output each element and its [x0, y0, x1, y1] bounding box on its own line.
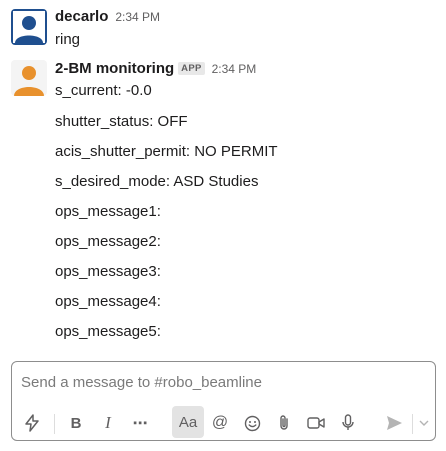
- attach-button[interactable]: [270, 409, 298, 437]
- app-person-avatar-icon: [11, 60, 47, 96]
- more-formatting-button[interactable]: ⋯: [126, 409, 154, 437]
- composer-toolbar: B I ⋯ Aa @: [12, 404, 435, 441]
- message-timestamp[interactable]: 2:34 PM: [212, 62, 257, 76]
- toolbar-divider: [54, 414, 55, 434]
- smiley-icon: [244, 415, 260, 431]
- lightning-icon: [25, 414, 39, 432]
- video-button[interactable]: [302, 409, 330, 437]
- message-text: ops_message5:: [55, 323, 161, 340]
- message-text: ring: [55, 31, 81, 48]
- message: 2-BM monitoring APP 2:34 PM s_current: -…: [0, 58, 446, 348]
- bold-button[interactable]: B: [62, 409, 90, 437]
- default-user-avatar-icon: [11, 9, 47, 45]
- paperclip-icon: [280, 415, 288, 430]
- audio-button[interactable]: [334, 409, 362, 437]
- message-input[interactable]: Send a message to #robo_beamline: [21, 374, 262, 391]
- video-icon: [307, 417, 325, 429]
- message-text: s_desired_mode: ASD Studies: [55, 173, 259, 190]
- message-text: s_current: -0.0: [55, 82, 152, 99]
- message-composer: Send a message to #robo_beamline B I ⋯ A…: [11, 361, 436, 441]
- chevron-down-icon: [419, 420, 429, 426]
- send-options-button[interactable]: [415, 409, 433, 437]
- message-timestamp[interactable]: 2:34 PM: [115, 10, 160, 24]
- message-text: ops_message1:: [55, 203, 161, 220]
- shortcuts-button[interactable]: [18, 409, 46, 437]
- app-badge: APP: [178, 62, 205, 75]
- message: decarlo 2:34 PM ring: [0, 0, 446, 60]
- italic-button[interactable]: I: [94, 409, 122, 437]
- message-text: ops_message3:: [55, 263, 161, 280]
- microphone-icon: [342, 414, 354, 430]
- message-text: ops_message4:: [55, 293, 161, 310]
- message-text: shutter_status: OFF: [55, 113, 188, 130]
- avatar[interactable]: [11, 60, 47, 96]
- sender-name[interactable]: 2-BM monitoring: [55, 60, 174, 77]
- format-toggle-button[interactable]: Aa: [172, 406, 204, 438]
- send-button[interactable]: [380, 409, 408, 437]
- message-text: ops_message2:: [55, 233, 161, 250]
- sender-name[interactable]: decarlo: [55, 8, 108, 25]
- mention-button[interactable]: @: [206, 409, 234, 437]
- toolbar-divider: [412, 414, 413, 434]
- message-text: acis_shutter_permit: NO PERMIT: [55, 143, 278, 160]
- avatar[interactable]: [11, 9, 47, 45]
- emoji-button[interactable]: [238, 409, 266, 437]
- send-icon: [386, 416, 402, 430]
